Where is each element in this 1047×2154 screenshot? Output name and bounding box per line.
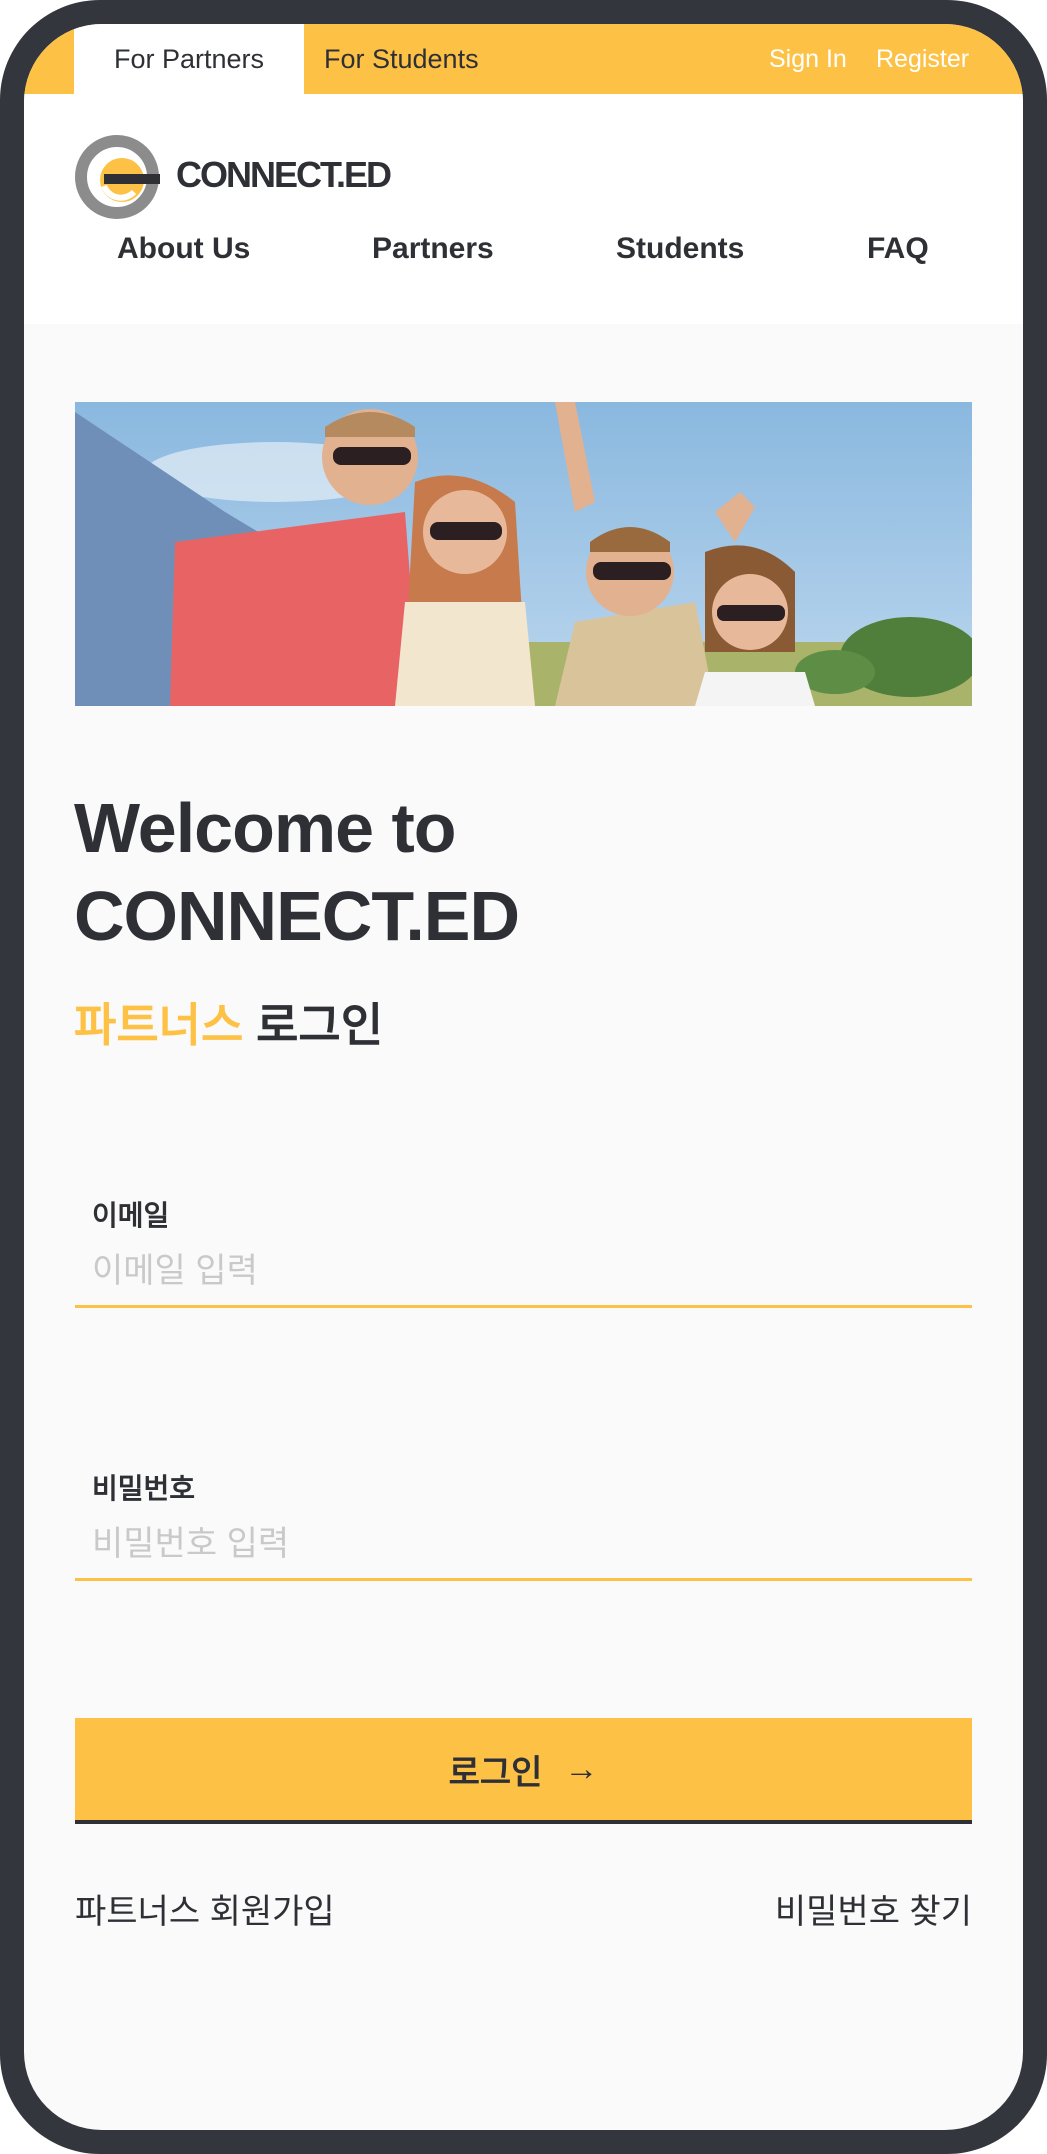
logo-icon[interactable]: [74, 134, 160, 220]
tab-for-partners[interactable]: For Partners: [74, 24, 304, 94]
password-label: 비밀번호: [92, 1473, 196, 1504]
login-button[interactable]: 로그인 →: [75, 1718, 972, 1824]
register-link[interactable]: Register: [876, 24, 969, 94]
hero-image: [75, 402, 972, 706]
find-password-link[interactable]: 비밀번호 찾기: [775, 1884, 972, 1933]
subtitle-accent: 파트너스: [74, 999, 244, 1051]
arrow-right-icon: →: [564, 1749, 599, 1788]
title-line-1: Welcome to: [74, 789, 457, 867]
email-field[interactable]: [75, 1238, 972, 1308]
title-line-2: CONNECT.ED: [74, 877, 520, 955]
top-bar: For Partners For Students Sign In Regist…: [24, 24, 1023, 94]
subtitle-rest: 로그인: [256, 999, 384, 1051]
tab-for-students[interactable]: For Students: [324, 24, 504, 94]
nav-students[interactable]: Students: [616, 232, 744, 266]
nav-about-us[interactable]: About Us: [117, 232, 250, 266]
header: CONNECT.ED About Us Partners Students FA…: [24, 94, 1023, 324]
page-title: Welcome to CONNECT.ED: [74, 784, 520, 960]
login-button-label: 로그인: [448, 1753, 543, 1792]
page-subtitle: 파트너스 로그인: [74, 989, 383, 1055]
nav-faq[interactable]: FAQ: [867, 232, 929, 266]
device-frame: For Partners For Students Sign In Regist…: [0, 0, 1047, 2154]
screen: For Partners For Students Sign In Regist…: [24, 24, 1023, 2130]
nav-partners[interactable]: Partners: [372, 232, 494, 266]
password-field[interactable]: [75, 1511, 972, 1581]
partner-signup-link[interactable]: 파트너스 회원가입: [75, 1884, 335, 1933]
sign-in-link[interactable]: Sign In: [769, 24, 847, 94]
email-label: 이메일: [92, 1200, 170, 1231]
logo-text[interactable]: CONNECT.ED: [176, 154, 392, 196]
